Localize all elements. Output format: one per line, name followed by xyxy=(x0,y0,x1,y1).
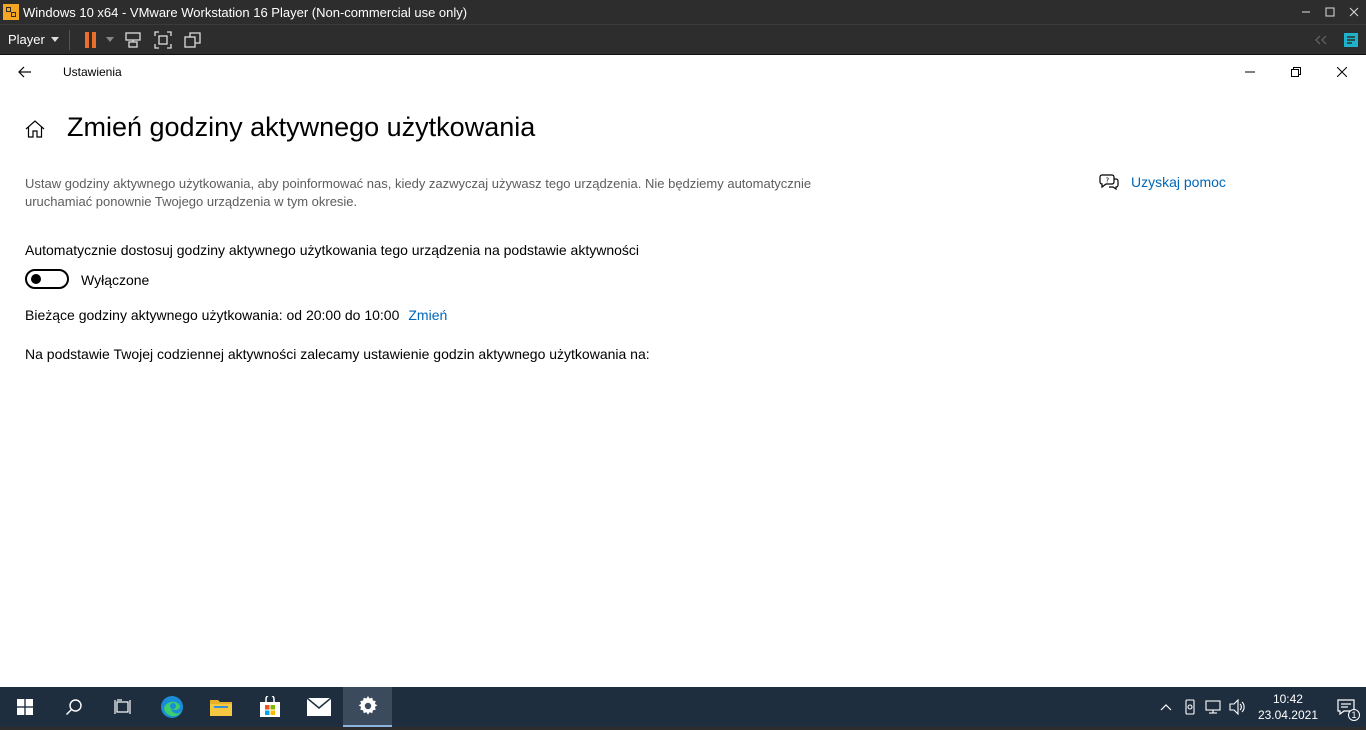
file-explorer-button[interactable] xyxy=(196,687,245,727)
pause-icon xyxy=(84,31,96,48)
unity-button[interactable] xyxy=(178,27,208,53)
page-title: Zmień godziny aktywnego użytkowania xyxy=(67,112,536,142)
notification-count-badge: 1 xyxy=(1348,709,1360,721)
auto-adjust-label: Automatycznie dostosuj godziny aktywnego… xyxy=(25,242,640,258)
network-button[interactable] xyxy=(1202,687,1226,727)
toggle-state-label: Wyłączone xyxy=(81,272,150,288)
player-menu-label: Player xyxy=(8,32,45,47)
close-button[interactable] xyxy=(1319,56,1365,88)
vmware-window-title: Windows 10 x64 - VMware Workstation 16 P… xyxy=(23,4,468,20)
device-icon xyxy=(1185,699,1195,715)
start-button[interactable] xyxy=(0,687,49,727)
vmware-title-bar: Windows 10 x64 - VMware Workstation 16 P… xyxy=(0,0,1366,24)
speaker-icon xyxy=(1229,699,1245,715)
system-tray: 10:42 23.04.2021 1 xyxy=(1154,687,1366,727)
edge-icon xyxy=(160,696,183,718)
vm-close-button[interactable] xyxy=(1342,0,1366,24)
full-screen-icon xyxy=(154,30,172,49)
unity-icon xyxy=(184,31,201,48)
gear-icon xyxy=(358,696,377,715)
settings-taskbar-button[interactable] xyxy=(343,687,392,727)
chevron-down-icon xyxy=(105,37,114,42)
chevron-up-icon xyxy=(1160,704,1172,711)
minimize-icon xyxy=(1245,71,1255,73)
page-description: Ustaw godziny aktywnego użytkowania, aby… xyxy=(25,176,812,209)
show-hidden-icons-button[interactable] xyxy=(1154,687,1178,727)
change-hours-link[interactable]: Zmień xyxy=(408,307,447,323)
collapse-toolbar-icon[interactable] xyxy=(1306,27,1336,53)
microsoft-store-button[interactable] xyxy=(245,687,294,727)
pause-button[interactable] xyxy=(80,27,102,53)
message-log-icon[interactable] xyxy=(1336,27,1366,53)
back-arrow-icon xyxy=(18,66,31,78)
mail-button[interactable] xyxy=(294,687,343,727)
get-help-link[interactable]: ? Uzyskaj pomoc xyxy=(1099,173,1226,191)
app-title: Ustawienia xyxy=(63,65,122,79)
home-icon xyxy=(25,120,45,138)
clock-date: 23.04.2021 xyxy=(1257,708,1318,722)
vmware-logo-icon xyxy=(3,4,19,20)
windows-taskbar: 10:42 23.04.2021 1 xyxy=(0,687,1366,727)
get-help-label: Uzyskaj pomoc xyxy=(1131,174,1226,190)
home-button[interactable] xyxy=(25,120,45,143)
volume-button[interactable] xyxy=(1226,687,1250,727)
task-view-button[interactable] xyxy=(98,687,147,727)
current-hours-text: Bieżące godziny aktywnego użytkowania: o… xyxy=(25,307,400,323)
settings-title-bar: Ustawienia xyxy=(1,56,1365,88)
windows-logo-icon xyxy=(16,699,33,715)
vm-minimize-button[interactable] xyxy=(1294,0,1318,24)
vmware-toolbar: Player xyxy=(0,24,1366,55)
send-ctrl-alt-del-button[interactable] xyxy=(118,27,148,53)
chevron-down-icon xyxy=(50,37,59,42)
vm-maximize-button[interactable] xyxy=(1318,0,1342,24)
folder-icon xyxy=(209,700,232,716)
restore-button[interactable] xyxy=(1273,56,1319,88)
mail-icon xyxy=(306,698,331,716)
search-button[interactable] xyxy=(49,687,98,727)
auto-adjust-toggle[interactable] xyxy=(25,269,69,289)
network-icon xyxy=(1205,700,1221,714)
search-icon xyxy=(65,699,82,715)
full-screen-button[interactable] xyxy=(148,27,178,53)
toolbar-separator xyxy=(68,29,70,50)
edge-browser-button[interactable] xyxy=(147,687,196,727)
clock[interactable]: 10:42 23.04.2021 xyxy=(1258,691,1318,723)
pause-dropdown-button[interactable] xyxy=(102,27,118,53)
minimize-button[interactable] xyxy=(1227,56,1273,88)
toggle-knob xyxy=(31,274,41,284)
recommendation-text: Na podstawie Twojej codziennej aktywnośc… xyxy=(25,346,650,362)
task-view-icon xyxy=(113,699,131,714)
action-center-button[interactable]: 1 xyxy=(1326,687,1366,727)
svg-text:?: ? xyxy=(1106,177,1110,185)
player-menu-button[interactable]: Player xyxy=(8,32,59,47)
restore-icon xyxy=(1291,67,1301,77)
clock-time: 10:42 xyxy=(1272,692,1303,706)
current-active-hours: Bieżące godziny aktywnego użytkowania: o… xyxy=(25,307,447,323)
settings-window: Ustawienia Zmień godziny aktywnego użytk… xyxy=(1,56,1365,687)
store-bag-icon xyxy=(259,696,280,717)
ctrl-alt-del-icon xyxy=(125,31,141,48)
close-icon xyxy=(1337,67,1347,77)
tray-device-icon[interactable] xyxy=(1178,687,1202,727)
back-button[interactable] xyxy=(1,56,49,88)
help-chat-icon: ? xyxy=(1099,174,1119,191)
